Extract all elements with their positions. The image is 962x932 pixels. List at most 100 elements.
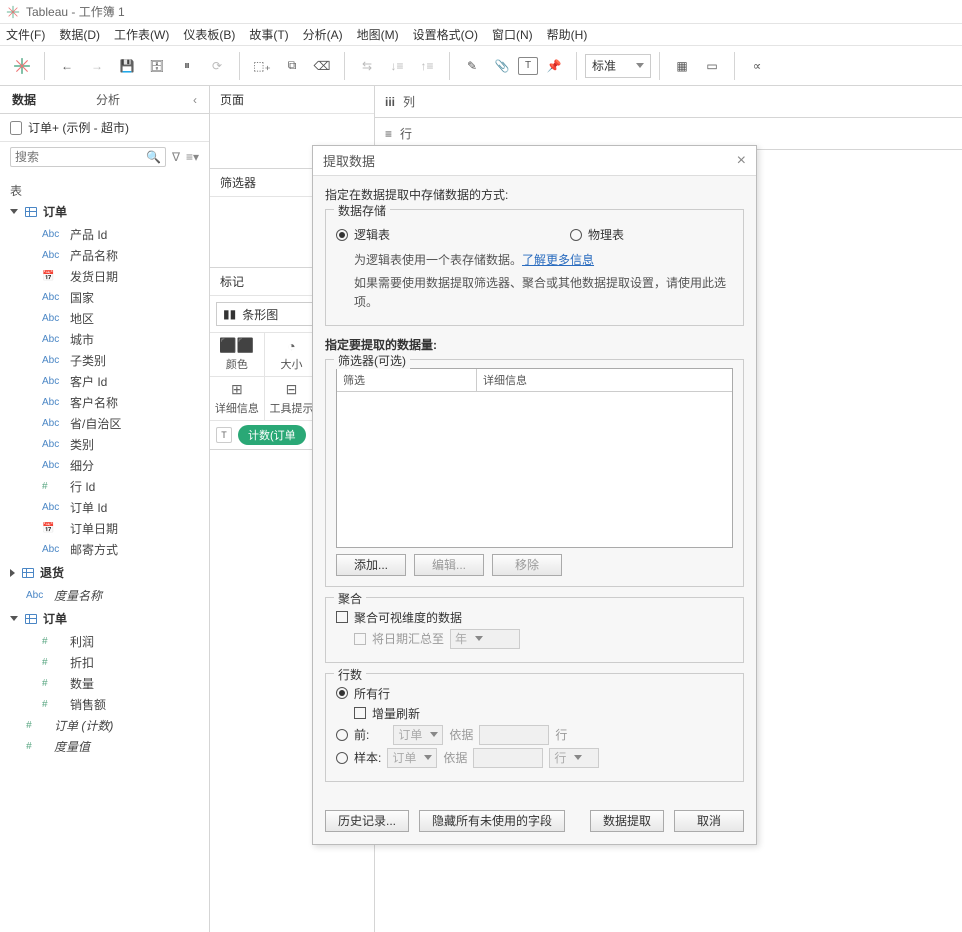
field-item[interactable]: 📅发货日期 (10, 266, 199, 287)
remove-filter-button[interactable]: 移除 (492, 554, 562, 576)
date-level-dropdown[interactable]: 年 (450, 629, 520, 649)
field-item[interactable]: #数量 (10, 673, 199, 694)
storage-desc: 如果需要使用数据提取筛选器、聚合或其他数据提取设置，请使用此选项。 (354, 274, 733, 312)
radio-logical-table[interactable]: 逻辑表 (336, 226, 390, 243)
columns-shelf[interactable]: iii列 (375, 86, 962, 118)
presentation-icon[interactable]: ▭ (698, 52, 726, 80)
highlight-icon[interactable]: ✎ (458, 52, 486, 80)
history-button[interactable]: 历史记录... (325, 810, 409, 832)
back-icon[interactable]: ← (53, 52, 81, 80)
edit-filter-button[interactable]: 编辑... (414, 554, 484, 576)
field-item[interactable]: Abc细分 (10, 455, 199, 476)
amount-header: 指定要提取的数据量: (325, 336, 744, 353)
field-item[interactable]: 📅订单日期 (10, 518, 199, 539)
radio-physical-table[interactable]: 物理表 (570, 226, 624, 243)
field-item[interactable]: Abc地区 (10, 308, 199, 329)
field-item[interactable]: #销售额 (10, 694, 199, 715)
menu-analysis[interactable]: 分析(A) (303, 26, 343, 43)
field-item[interactable]: Abc产品名称 (10, 245, 199, 266)
search-icon: 🔍 (146, 150, 161, 164)
field-item[interactable]: Abc客户 Id (10, 371, 199, 392)
menu-dashboard[interactable]: 仪表板(B) (183, 26, 235, 43)
field-item[interactable]: #行 Id (10, 476, 199, 497)
clear-icon[interactable]: ⌫ (308, 52, 336, 80)
aggregate-checkbox[interactable]: 聚合可视维度的数据 (336, 609, 733, 626)
mark-detail[interactable]: ⊞详细信息 (210, 377, 265, 421)
hide-unused-button[interactable]: 隐藏所有未使用的字段 (419, 810, 565, 832)
field-item[interactable]: Abc产品 Id (10, 224, 199, 245)
field-measure-names[interactable]: Abc度量名称 (10, 585, 199, 606)
add-filter-button[interactable]: 添加... (336, 554, 406, 576)
field-item[interactable]: Abc客户名称 (10, 392, 199, 413)
forward-icon[interactable]: → (83, 52, 111, 80)
mark-color[interactable]: ⬛⬛颜色 (210, 333, 265, 377)
bar-icon: ▮▮ (223, 307, 236, 321)
collapse-icon[interactable]: ‹ (193, 93, 197, 107)
sample-unit-dropdown[interactable]: 行 (549, 748, 599, 768)
pause-data-icon[interactable]: ⏸ (173, 52, 201, 80)
new-data-icon[interactable]: 🗄 (143, 52, 171, 80)
top-table-dropdown[interactable]: 订单 (393, 725, 443, 745)
duplicate-icon[interactable]: ⧉ (278, 52, 306, 80)
menu-map[interactable]: 地图(M) (357, 26, 399, 43)
field-item[interactable]: Abc国家 (10, 287, 199, 308)
radio-sample-rows[interactable]: 样本: 订单 依据 行 (336, 748, 733, 768)
fit-dropdown[interactable]: 标准 (585, 54, 651, 78)
menu-window[interactable]: 窗口(N) (492, 26, 533, 43)
field-item[interactable]: Abc省/自治区 (10, 413, 199, 434)
sort-desc-icon[interactable]: ↑≡ (413, 52, 441, 80)
tab-data[interactable]: 数据 (12, 91, 36, 108)
datasource-item[interactable]: 订单+ (示例 - 超市) (0, 114, 209, 142)
field-item[interactable]: Abc类别 (10, 434, 199, 455)
menu-story[interactable]: 故事(T) (249, 26, 288, 43)
refresh-icon[interactable]: ⟳ (203, 52, 231, 80)
menu-worksheet[interactable]: 工作表(W) (114, 26, 169, 43)
sample-rows-input[interactable] (473, 748, 543, 768)
menu-help[interactable]: 帮助(H) (547, 26, 588, 43)
swap-icon[interactable]: ⇆ (353, 52, 381, 80)
menu-data[interactable]: 数据(D) (59, 26, 100, 43)
share-icon[interactable]: ∝ (743, 52, 771, 80)
incremental-label[interactable]: 增量刷新 (372, 705, 420, 722)
view-icon[interactable]: ≡▾ (186, 150, 199, 164)
filter-icon[interactable]: ∇ (172, 150, 180, 164)
group-returns[interactable]: 退货 (10, 564, 199, 581)
menu-file[interactable]: 文件(F) (6, 26, 45, 43)
label-icon[interactable]: T (518, 57, 538, 75)
group-orders-measures[interactable]: 订单 (10, 610, 199, 627)
radio-icon (336, 752, 348, 764)
table-icon (25, 207, 37, 217)
color-icon: ⬛⬛ (219, 337, 254, 354)
field-item[interactable]: #折扣 (10, 652, 199, 673)
field-item[interactable]: #利润 (10, 631, 199, 652)
pin-icon[interactable]: 📌 (540, 52, 568, 80)
field-item[interactable]: Abc子类别 (10, 350, 199, 371)
top-rows-input[interactable] (479, 725, 549, 745)
filters-col-detail: 详细信息 (477, 369, 533, 391)
close-icon[interactable]: × (737, 152, 746, 170)
tab-analysis[interactable]: 分析 (96, 91, 120, 108)
sort-asc-icon[interactable]: ↓≡ (383, 52, 411, 80)
radio-top-rows[interactable]: 前: 订单 依据 行 (336, 725, 733, 745)
group-orders[interactable]: 订单 (10, 203, 199, 220)
new-sheet-icon[interactable]: ⬚₊ (248, 52, 276, 80)
save-icon[interactable]: 💾 (113, 52, 141, 80)
group-icon[interactable]: 📎 (488, 52, 516, 80)
field-order-count[interactable]: #订单 (计数) (10, 715, 199, 736)
extract-button[interactable]: 数据提取 (590, 810, 664, 832)
field-item[interactable]: Abc邮寄方式 (10, 539, 199, 560)
learn-more-link[interactable]: 了解更多信息 (522, 253, 594, 267)
field-measure-values[interactable]: #度量值 (10, 736, 199, 757)
filters-list[interactable]: 筛选 详细信息 (336, 368, 733, 548)
pill-count-orders[interactable]: 计数(订单 (238, 425, 306, 445)
tableau-icon[interactable] (8, 52, 36, 80)
field-item[interactable]: Abc订单 Id (10, 497, 199, 518)
field-item[interactable]: Abc城市 (10, 329, 199, 350)
menu-format[interactable]: 设置格式(O) (413, 26, 478, 43)
cancel-button[interactable]: 取消 (674, 810, 744, 832)
radio-all-rows[interactable]: 所有行 (336, 685, 733, 702)
show-me-icon[interactable]: ▦ (668, 52, 696, 80)
pages-shelf[interactable]: 页面 (210, 86, 374, 114)
sample-table-dropdown[interactable]: 订单 (387, 748, 437, 768)
search-input[interactable]: 🔍 (10, 147, 166, 167)
